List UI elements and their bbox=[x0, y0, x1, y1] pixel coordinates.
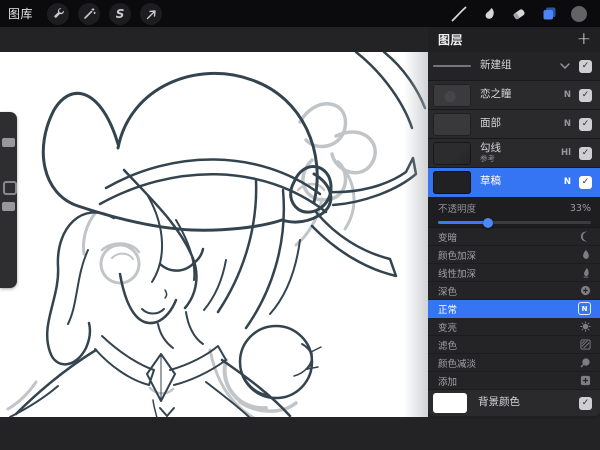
group-thumbnail-line bbox=[433, 65, 471, 67]
screen-hatch-icon bbox=[580, 339, 591, 350]
blend-badge[interactable]: N bbox=[564, 90, 571, 100]
lighten-sun-icon bbox=[580, 321, 591, 332]
blend-badge[interactable]: N bbox=[564, 119, 571, 129]
layer-row[interactable]: 面部 N ✓ bbox=[428, 110, 600, 139]
blend-mode-row-selected[interactable]: 正常 N bbox=[428, 300, 600, 318]
color-burn-drop-icon bbox=[580, 249, 591, 260]
brush-sidebar bbox=[0, 112, 17, 288]
blend-mode-label: 正常 bbox=[438, 304, 458, 316]
blend-mode-label: 添加 bbox=[438, 376, 458, 388]
visibility-checkbox[interactable]: ✓ bbox=[579, 175, 592, 189]
layers-panel-header: 图层 + bbox=[428, 27, 600, 52]
blend-mode-row[interactable]: 深色 bbox=[428, 282, 600, 300]
layer-name: 勾线 参考 bbox=[480, 141, 561, 164]
panel-title: 图层 bbox=[438, 33, 464, 47]
darker-color-circle-plus-icon bbox=[580, 285, 591, 296]
background-color-swatch[interactable] bbox=[433, 393, 467, 413]
layer-name: 面部 bbox=[480, 117, 501, 130]
eraser-icon[interactable] bbox=[504, 2, 534, 26]
adjustments-wand-icon[interactable] bbox=[78, 2, 101, 25]
modify-button[interactable] bbox=[3, 181, 17, 195]
actions-wrench-icon[interactable] bbox=[47, 2, 70, 25]
visibility-checkbox[interactable]: ✓ bbox=[579, 396, 592, 410]
layer-name: 草稿 bbox=[480, 175, 501, 188]
chevron-down-icon[interactable] bbox=[560, 63, 570, 69]
blend-mode-label: 变暗 bbox=[438, 232, 458, 244]
visibility-checkbox[interactable]: ✓ bbox=[579, 59, 592, 73]
check-icon: ✓ bbox=[581, 60, 590, 71]
darken-moon-icon bbox=[580, 231, 591, 242]
toolbar-right bbox=[444, 2, 600, 26]
blend-mode-label: 深色 bbox=[438, 286, 458, 298]
blend-badge[interactable]: N bbox=[564, 177, 571, 187]
layer-name-text: 勾线 bbox=[480, 141, 501, 154]
visibility-checkbox[interactable]: ✓ bbox=[579, 117, 592, 131]
opacity-section: 不透明度 33% bbox=[428, 197, 600, 228]
layer-group-row[interactable]: 新建组 ✓ bbox=[428, 52, 600, 81]
brush-opacity-slider-handle[interactable] bbox=[2, 202, 15, 211]
visibility-checkbox[interactable]: ✓ bbox=[579, 146, 592, 160]
blend-mode-label: 滤色 bbox=[438, 340, 458, 352]
layers-icon[interactable] bbox=[534, 2, 564, 26]
color-dodge-lens-icon bbox=[580, 357, 591, 368]
blend-mode-label: 颜色加深 bbox=[438, 250, 477, 262]
blend-mode-row[interactable]: 滤色 bbox=[428, 336, 600, 354]
blend-mode-row[interactable]: 添加 bbox=[428, 372, 600, 390]
smudge-finger-icon[interactable] bbox=[474, 2, 504, 26]
selection-icon[interactable]: S bbox=[109, 2, 132, 25]
layer-reference-label: 参考 bbox=[480, 154, 495, 164]
blend-mode-label: 变亮 bbox=[438, 322, 458, 334]
layer-thumbnail bbox=[433, 83, 471, 107]
opacity-label: 不透明度 bbox=[438, 204, 477, 215]
layer-row-selected[interactable]: 草稿 N ✓ bbox=[428, 168, 600, 197]
linear-burn-flame-icon bbox=[581, 267, 591, 278]
blend-mode-row[interactable]: 颜色减淡 bbox=[428, 354, 600, 372]
add-layer-button[interactable]: + bbox=[577, 31, 591, 48]
check-icon: ✓ bbox=[581, 118, 590, 129]
opacity-slider-knob[interactable] bbox=[483, 217, 494, 228]
color-swatch-icon[interactable] bbox=[564, 2, 594, 26]
blend-mode-label: 线性加深 bbox=[438, 268, 477, 280]
background-color-label: 背景颜色 bbox=[478, 396, 520, 409]
check-icon: ✓ bbox=[581, 89, 590, 100]
gallery-button[interactable]: 图库 bbox=[8, 5, 33, 22]
layer-name: 恋之瞳 bbox=[480, 88, 512, 101]
opacity-slider[interactable] bbox=[438, 217, 591, 228]
blend-mode-label: 颜色减淡 bbox=[438, 358, 477, 370]
opacity-value: 33% bbox=[569, 202, 591, 214]
brush-icon[interactable] bbox=[444, 2, 474, 26]
opacity-slider-fill bbox=[438, 217, 494, 228]
layer-row[interactable]: 恋之瞳 N ✓ bbox=[428, 81, 600, 110]
blend-mode-row[interactable]: 变亮 bbox=[428, 318, 600, 336]
check-icon: ✓ bbox=[581, 397, 590, 408]
procreate-app: 图库 S 图层 + 新建组 ✓ 恋之瞳 N ✓ 面部 N ✓ 勾线 参考 Hl … bbox=[0, 0, 600, 450]
layer-thumbnail bbox=[433, 170, 471, 194]
top-toolbar: 图库 S bbox=[0, 0, 600, 27]
group-name: 新建组 bbox=[480, 59, 512, 72]
visibility-checkbox[interactable]: ✓ bbox=[579, 88, 592, 102]
background-color-row[interactable]: 背景颜色 ✓ bbox=[428, 390, 600, 416]
layer-thumbnail bbox=[433, 141, 471, 165]
canvas[interactable] bbox=[0, 52, 428, 417]
blend-mode-row[interactable]: 颜色加深 bbox=[428, 246, 600, 264]
blend-mode-row[interactable]: 线性加深 bbox=[428, 264, 600, 282]
blend-badge[interactable]: Hl bbox=[561, 148, 571, 158]
toolbar-left: 图库 S bbox=[0, 2, 171, 25]
check-icon: ✓ bbox=[581, 176, 590, 187]
layers-panel: 图层 + 新建组 ✓ 恋之瞳 N ✓ 面部 N ✓ 勾线 参考 Hl ✓ 草稿 … bbox=[428, 27, 600, 419]
layer-thumbnail bbox=[433, 112, 471, 136]
blend-mode-row[interactable]: 变暗 bbox=[428, 228, 600, 246]
brush-size-slider-handle[interactable] bbox=[2, 138, 15, 147]
check-icon: ✓ bbox=[581, 147, 590, 158]
normal-n-badge-icon: N bbox=[578, 302, 591, 315]
canvas-edge-shadow bbox=[404, 52, 428, 417]
character-sketch bbox=[6, 52, 427, 417]
add-plus-square-icon bbox=[580, 375, 591, 386]
layer-row[interactable]: 勾线 参考 Hl ✓ bbox=[428, 139, 600, 168]
transform-arrow-icon[interactable] bbox=[140, 2, 163, 25]
